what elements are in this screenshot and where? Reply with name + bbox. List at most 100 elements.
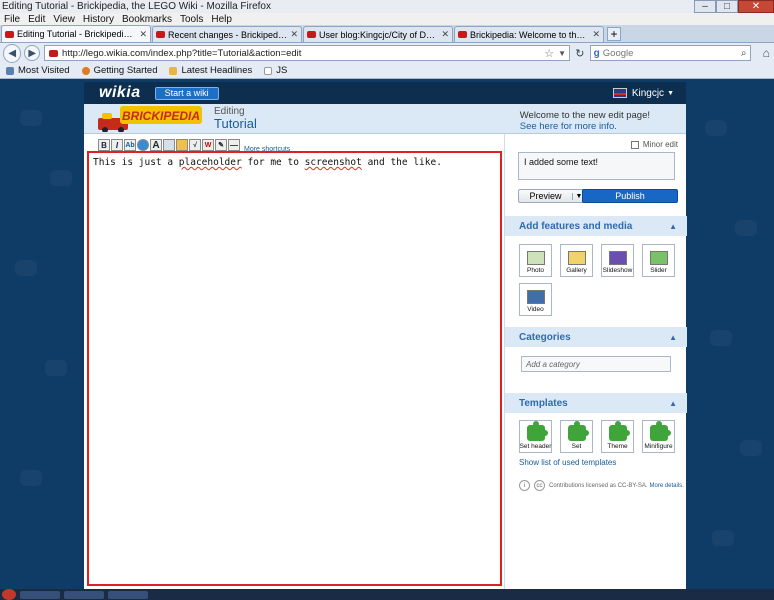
bookmark-star-icon[interactable]: ☆ xyxy=(544,47,554,60)
close-tab-icon[interactable]: ✕ xyxy=(592,29,600,40)
search-box[interactable]: g Google ⌕ xyxy=(589,45,751,61)
categories-section-header[interactable]: Categories ▲ xyxy=(505,327,687,347)
bookmark-label: Getting Started xyxy=(93,65,158,76)
home-icon[interactable]: ⌂ xyxy=(759,45,774,61)
taskbar-item[interactable] xyxy=(108,590,148,599)
license-text: Contributions licensed as CC-BY-SA. xyxy=(549,482,648,489)
tab-bar: Editing Tutorial - Brickipedia, the LEG.… xyxy=(0,25,774,43)
collapse-icon[interactable]: ▲ xyxy=(669,222,677,231)
taskbar-item[interactable] xyxy=(20,590,60,599)
welcome-more-info-link[interactable]: See here for more info. xyxy=(520,121,650,132)
tab-user-blog[interactable]: User blog:Kingcjc/City of Delusion - ...… xyxy=(303,26,453,42)
bookmark-getting-started[interactable]: Getting Started xyxy=(76,65,164,76)
bookmark-most-visited[interactable]: Most Visited xyxy=(0,65,76,76)
template-set-button[interactable]: Set xyxy=(560,420,593,453)
internal-link-icon[interactable]: Ab xyxy=(124,139,136,151)
menu-bookmarks[interactable]: Bookmarks xyxy=(118,14,176,25)
menu-view[interactable]: View xyxy=(49,14,79,25)
tab-recent-changes[interactable]: Recent changes - Brickipedia, the LE... … xyxy=(152,26,302,42)
search-icon[interactable]: ⌕ xyxy=(741,48,747,59)
math-icon[interactable]: √ xyxy=(189,139,201,151)
close-tab-icon[interactable]: ✕ xyxy=(139,29,147,40)
minor-edit-checkbox[interactable] xyxy=(630,140,639,149)
url-text[interactable]: http://lego.wikia.com/index.php?title=Tu… xyxy=(62,48,544,59)
brickipedia-favicon-icon xyxy=(156,31,165,38)
search-placeholder[interactable]: Google xyxy=(603,48,741,59)
content-text: screenshot xyxy=(304,157,362,168)
wikia-logo[interactable]: wikia xyxy=(99,84,141,102)
show-used-templates-link[interactable]: Show list of used templates xyxy=(519,458,616,467)
nowiki-icon[interactable]: W xyxy=(202,139,214,151)
slideshow-icon xyxy=(608,251,627,265)
tab-editing-tutorial[interactable]: Editing Tutorial - Brickipedia, the LEG.… xyxy=(1,25,151,42)
user-menu[interactable]: Kingcjc ▼ xyxy=(612,88,674,99)
preview-button[interactable]: Preview ▼ xyxy=(518,189,586,203)
headline-icon[interactable]: A xyxy=(150,139,162,151)
reload-icon[interactable]: ↻ xyxy=(573,45,587,61)
template-set-header-button[interactable]: Set header xyxy=(519,420,552,453)
start-a-wiki-button[interactable]: Start a wiki xyxy=(154,86,219,100)
horizontal-line-icon[interactable]: — xyxy=(228,139,240,151)
publish-button[interactable]: Publish xyxy=(582,189,678,203)
image-icon[interactable] xyxy=(163,139,175,151)
add-slider-button[interactable]: Slider xyxy=(642,244,675,277)
edit-page-header: BRICKIPEDIA Editing Tutorial Welcome to … xyxy=(84,104,686,134)
media-icon[interactable] xyxy=(176,139,188,151)
add-category-input[interactable]: Add a category xyxy=(521,356,671,372)
menu-help[interactable]: Help xyxy=(207,14,236,25)
close-tab-icon[interactable]: ✕ xyxy=(441,29,449,40)
media-label: Video xyxy=(527,306,544,313)
maximize-button[interactable]: □ xyxy=(716,0,738,13)
media-label: Photo xyxy=(527,267,544,274)
gallery-icon xyxy=(567,251,586,265)
window-titlebar: Editing Tutorial - Brickipedia, the LEGO… xyxy=(0,0,774,13)
new-tab-button[interactable]: + xyxy=(607,27,621,41)
collapse-icon[interactable]: ▲ xyxy=(669,333,677,342)
collapse-icon[interactable]: ▲ xyxy=(669,399,677,408)
templates-section-header[interactable]: Templates ▲ xyxy=(505,393,687,413)
template-minifigure-button[interactable]: Minifigure xyxy=(642,420,675,453)
add-video-button[interactable]: Video xyxy=(519,283,552,316)
close-window-button[interactable]: ✕ xyxy=(738,0,774,13)
edit-summary-input[interactable]: I added some text! xyxy=(518,152,675,180)
external-link-icon[interactable] xyxy=(137,139,149,151)
bookmark-latest-headlines[interactable]: Latest Headlines xyxy=(163,65,258,76)
template-theme-button[interactable]: Theme xyxy=(601,420,634,453)
wikia-header: wikia Start a wiki Kingcjc ▼ xyxy=(84,82,686,104)
bookmark-label: JS xyxy=(276,65,288,76)
start-button[interactable] xyxy=(2,589,16,600)
bold-icon[interactable]: B xyxy=(98,139,110,151)
edit-textarea[interactable]: This is just a placeholder for me to scr… xyxy=(87,151,502,586)
menu-edit[interactable]: Edit xyxy=(24,14,49,25)
menu-bar: File Edit View History Bookmarks Tools H… xyxy=(0,13,774,25)
history-dropdown-icon[interactable]: ▼ xyxy=(558,49,566,58)
close-tab-icon[interactable]: ✕ xyxy=(290,29,298,40)
menu-history[interactable]: History xyxy=(79,14,118,25)
minor-edit-option[interactable]: Minor edit xyxy=(630,140,678,149)
bookmark-js[interactable]: JS xyxy=(258,65,293,76)
menu-tools[interactable]: Tools xyxy=(176,14,207,25)
signature-icon[interactable]: ✎ xyxy=(215,139,227,151)
preview-label: Preview xyxy=(529,191,562,201)
brickipedia-logo[interactable]: BRICKIPEDIA xyxy=(96,104,204,132)
video-icon xyxy=(526,290,545,304)
tab-welcome[interactable]: Brickipedia: Welcome to the Brickipe... … xyxy=(454,26,604,42)
license-notice: i cc Contributions licensed as CC-BY-SA.… xyxy=(519,480,684,491)
bookmark-label: Latest Headlines xyxy=(181,65,253,76)
italic-icon[interactable]: I xyxy=(111,139,123,151)
minimize-button[interactable]: – xyxy=(694,0,716,13)
url-bar[interactable]: http://lego.wikia.com/index.php?title=Tu… xyxy=(44,45,571,61)
taskbar-item[interactable] xyxy=(64,590,104,599)
forward-button[interactable]: ▶ xyxy=(24,45,41,61)
add-slideshow-button[interactable]: Slideshow xyxy=(601,244,634,277)
add-gallery-button[interactable]: Gallery xyxy=(560,244,593,277)
page-title[interactable]: Tutorial xyxy=(214,116,257,131)
add-photo-button[interactable]: Photo xyxy=(519,244,552,277)
brickipedia-favicon-icon xyxy=(5,30,14,38)
bookmarks-bar: Most Visited Getting Started Latest Head… xyxy=(0,63,774,79)
license-more-details-link[interactable]: More details. xyxy=(650,483,684,489)
editor-pane: B I Ab A √ W ✎ — More shortcuts This is … xyxy=(84,134,504,589)
features-section-header[interactable]: Add features and media ▲ xyxy=(505,216,687,236)
back-button[interactable]: ◀ xyxy=(3,43,22,63)
menu-file[interactable]: File xyxy=(0,14,24,25)
